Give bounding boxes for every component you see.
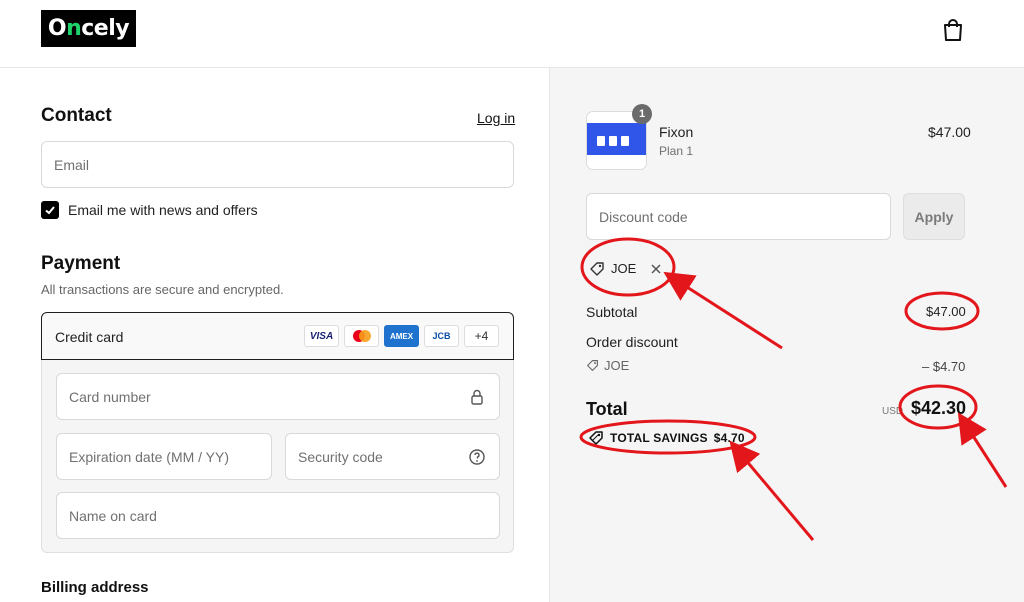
order-discount-value: – $4.70 [922,359,966,374]
savings-value: $4.70 [713,431,745,445]
checkout-form: Contact Log in Email Email me with news … [0,68,549,602]
card-number-field[interactable]: Card number [56,373,500,420]
security-placeholder: Security code [298,448,383,465]
amex-icon: AMEX [384,325,419,347]
newsletter-checkbox[interactable] [41,201,59,219]
contact-heading: Contact [41,105,112,126]
subtotal-value: $47.00 [926,304,966,319]
payment-subtitle: All transactions are secure and encrypte… [41,282,284,297]
credit-card-fields: Card number Expiration date (MM / YY) Se… [41,360,514,553]
order-discount-code: JOE [586,358,629,373]
newsletter-label: Email me with news and offers [68,202,258,218]
total-label: Total [586,399,628,419]
tag-icon [590,261,604,276]
order-discount-code-text: JOE [604,358,630,373]
mastercard-icon [344,325,379,347]
jcb-icon: JCB [424,325,459,347]
order-summary: 1 Fixon Plan 1 $47.00 Discount code Appl… [549,68,1024,602]
apply-discount-button[interactable]: Apply [903,193,965,240]
name-placeholder: Name on card [69,507,157,524]
shopping-bag-icon[interactable] [942,18,964,42]
total-savings: TOTAL SAVINGS $4.70 [588,430,745,446]
tag-icon [587,360,598,371]
card-number-placeholder: Card number [69,388,151,405]
subtotal-label: Subtotal [586,304,638,320]
thumbnail-card [621,136,629,146]
savings-label: TOTAL SAVINGS [610,431,708,445]
total-value: $42.30 [911,398,967,418]
login-link[interactable]: Log in [477,110,515,126]
product-variant: Plan 1 [659,144,694,158]
credit-card-label: Credit card [55,329,124,345]
thumbnail-card [609,136,617,146]
name-on-card-field[interactable]: Name on card [56,492,500,539]
product-price: $47.00 [928,124,971,140]
thumbnail-card [597,136,605,146]
credit-card-option[interactable]: Credit card VISA AMEX JCB +4 [41,312,514,360]
quantity-badge: 1 [632,104,652,124]
discount-placeholder: Discount code [599,208,688,225]
applied-code: JOE [611,261,637,276]
security-code-field[interactable]: Security code [285,433,500,480]
visa-icon: VISA [304,325,339,347]
remove-discount-icon[interactable] [650,263,662,275]
applied-discount-chip: JOE [589,256,662,281]
payment-heading: Payment [41,253,121,274]
product-name: Fixon [659,124,694,140]
more-cards-badge: +4 [464,325,499,347]
tags-icon [589,431,603,445]
oncely-logo[interactable]: Oncely [41,10,136,47]
help-icon[interactable] [468,448,486,466]
site-header: Oncely [0,0,1024,68]
expiry-placeholder: Expiration date (MM / YY) [69,448,230,465]
currency-code: USD [882,406,904,417]
discount-code-field[interactable]: Discount code [586,193,891,240]
order-discount-label: Order discount [586,334,678,350]
billing-heading: Billing address [41,579,149,596]
lock-icon [471,389,483,405]
newsletter-option[interactable]: Email me with news and offers [41,201,258,219]
expiration-date-field[interactable]: Expiration date (MM / YY) [56,433,272,480]
email-placeholder: Email [54,156,90,173]
checkmark-icon [45,206,55,215]
email-field[interactable]: Email [41,141,514,188]
